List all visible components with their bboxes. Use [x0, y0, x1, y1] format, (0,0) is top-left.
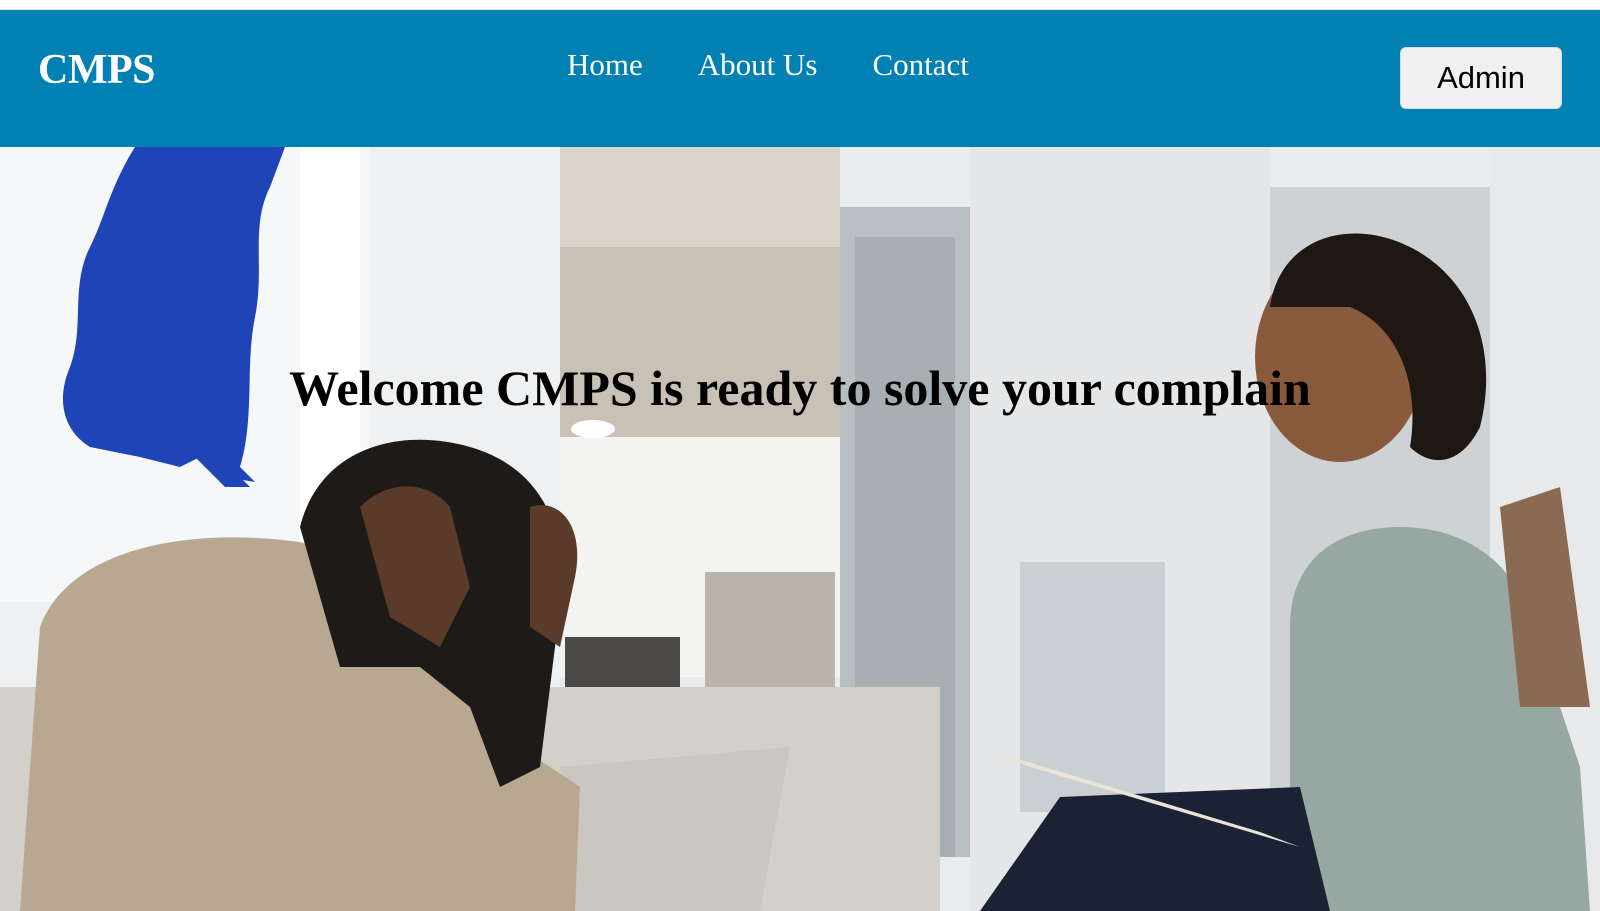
main-nav: Home About Us Contact	[567, 47, 969, 83]
navbar: CMPS Home About Us Contact Admin	[0, 10, 1600, 147]
admin-button[interactable]: Admin	[1400, 47, 1562, 109]
nav-link-about-us[interactable]: About Us	[698, 47, 818, 83]
hero-photo-illustration	[0, 147, 1600, 911]
hero-title: Welcome CMPS is ready to solve your comp…	[289, 360, 1311, 416]
nav-link-contact[interactable]: Contact	[872, 47, 968, 83]
hero-section: Welcome CMPS is ready to solve your comp…	[0, 147, 1600, 911]
top-strip	[0, 0, 1600, 10]
nav-link-home[interactable]: Home	[567, 47, 643, 83]
brand-logo[interactable]: CMPS	[38, 46, 156, 94]
